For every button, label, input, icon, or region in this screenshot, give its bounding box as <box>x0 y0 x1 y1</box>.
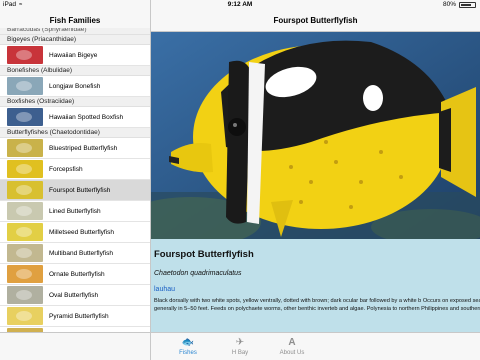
list-item[interactable]: Milletseed Butterflyfish <box>0 222 150 243</box>
fish-thumbnail <box>7 46 43 64</box>
list-item[interactable]: Hawaiian Spotted Boxfish <box>0 107 150 128</box>
left-tab-bar-background <box>0 332 150 360</box>
list-item-label: Hawaiian Spotted Boxfish <box>49 113 124 121</box>
fish-thumbnail <box>7 77 43 95</box>
list-item-label: Forcepsfish <box>49 165 83 173</box>
status-time: 9:12 AM <box>227 1 253 8</box>
list-item[interactable]: Forcepsfish <box>0 159 150 180</box>
battery-percent: 80% <box>442 1 456 8</box>
list-item[interactable]: Bluestriped Butterflyfish <box>0 138 150 159</box>
fish-thumbnail <box>7 139 43 157</box>
fish-detail-panel: Fourspot Butterflyfish Chaetodon quadrim… <box>151 239 480 332</box>
list-item-label: Fourspot Butterflyfish <box>49 186 111 194</box>
about-icon: A <box>288 337 296 348</box>
tab-fishes[interactable]: 🐟 Fishes <box>168 336 208 356</box>
tab-label-about-us: About Us <box>279 350 305 356</box>
detail-title: Fourspot Butterflyfish <box>273 16 358 25</box>
fish-thumbnail <box>7 108 43 126</box>
list-item[interactable]: Multiband Butterflyfish <box>0 243 150 264</box>
battery-level <box>461 4 472 6</box>
fish-photo <box>151 32 480 239</box>
left-panel-title: Fish Families <box>49 16 101 25</box>
fish-icon: 🐟 <box>181 337 195 348</box>
fish-description: Black dorsally with two white spots, yel… <box>154 298 480 312</box>
list-item-label: Oval Butterflyfish <box>49 291 99 299</box>
list-item[interactable]: Ornate Butterflyfish <box>0 264 150 285</box>
list-item[interactable]: Hawaiian Bigeye <box>0 45 150 66</box>
list-item[interactable]: Longjaw Bonefish <box>0 76 150 97</box>
section-header: Barracudas (Sphyraenidae) <box>0 28 150 35</box>
tab-bar: 🐟 Fishes ✈ H Bay A About Us <box>151 332 480 360</box>
fish-thumbnail <box>7 202 43 220</box>
section-header: Butterflyfishes (Chaetodontidae) <box>0 128 150 138</box>
airplane-icon: ✈ <box>235 337 245 348</box>
battery-icon <box>459 2 476 8</box>
list-item[interactable]: Fourspot Butterflyfish <box>0 180 150 201</box>
fish-family-list[interactable]: Barracudas (Sphyraenidae) Bigeyes (Priaca… <box>0 28 150 332</box>
fish-thumbnail <box>7 181 43 199</box>
hawaiian-name-link[interactable]: lauhau <box>154 286 175 293</box>
list-item-label: Milletseed Butterflyfish <box>49 228 115 236</box>
list-item-label: Pyramid Butterflyfish <box>49 312 109 320</box>
tab-label-h-bay: H Bay <box>231 350 249 356</box>
list-item-label: Ornate Butterflyfish <box>49 270 105 278</box>
fish-thumbnail <box>7 286 43 304</box>
list-item[interactable]: Oval Butterflyfish <box>0 285 150 306</box>
list-item-label: Lined Butterflyfish <box>49 207 101 215</box>
list-item-label: Bluestriped Butterflyfish <box>49 144 118 152</box>
fish-thumbnail <box>7 244 43 262</box>
section-header: Boxfishes (Ostraciidae) <box>0 97 150 107</box>
fish-thumbnail <box>7 307 43 325</box>
list-item-label: Multiband Butterflyfish <box>49 249 113 257</box>
list-item-label: Longjaw Bonefish <box>49 82 101 90</box>
tab-label-fishes: Fishes <box>179 350 197 356</box>
fish-illustration <box>151 32 480 239</box>
fish-thumbnail <box>7 160 43 178</box>
section-header: Bonefishes (Albulidae) <box>0 66 150 76</box>
right-nav-bar: Fourspot Butterflyfish <box>151 10 480 32</box>
list-item[interactable]: Lined Butterflyfish <box>0 201 150 222</box>
fish-thumbnail <box>7 223 43 241</box>
tab-h-bay[interactable]: ✈ H Bay <box>220 336 260 356</box>
section-header: Bigeyes (Priacanthidae) <box>0 35 150 45</box>
list-item[interactable]: Pyramid Butterflyfish <box>0 306 150 327</box>
fish-name: Fourspot Butterflyfish <box>154 249 254 260</box>
scientific-name: Chaetodon quadrimaculatus <box>154 270 242 277</box>
list-item-label: Hawaiian Bigeye <box>49 51 98 59</box>
status-bar: iPad ≈ 9:12 AM 80% <box>0 0 480 10</box>
fish-thumbnail <box>7 265 43 283</box>
tab-about-us[interactable]: A About Us <box>272 336 312 356</box>
